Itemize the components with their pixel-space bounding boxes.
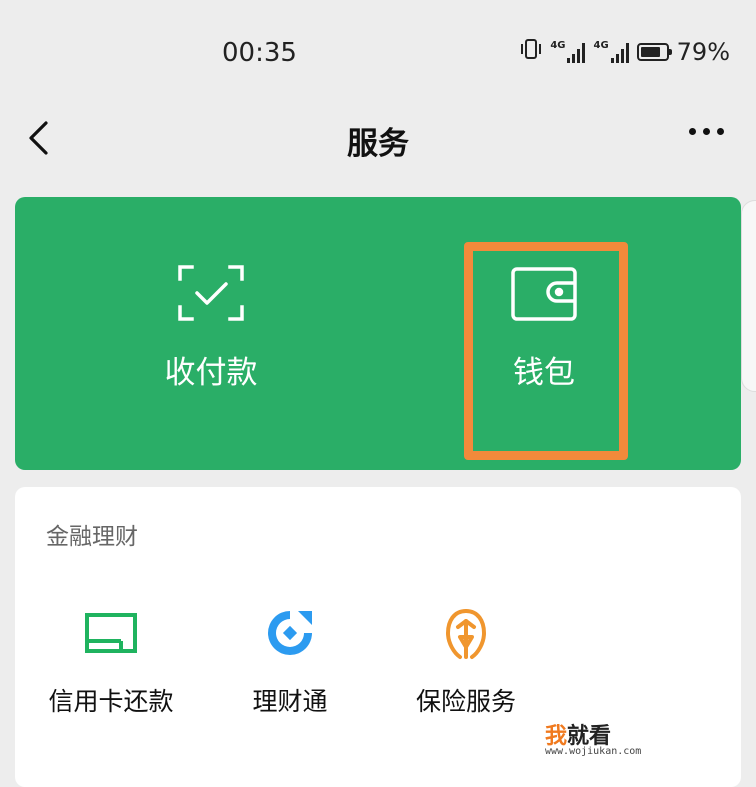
wealth-button[interactable]: 理财通 [200,607,380,727]
status-bar: 00:35 4G 4G 79% [0,0,756,100]
side-panel-edge [741,200,756,392]
insurance-button[interactable]: 保险服务 [376,607,556,727]
vibrate-icon [520,38,542,66]
credit-card-label: 信用卡还款 [48,687,174,716]
receive-pay-button[interactable]: 收付款 [111,197,311,470]
more-options-icon[interactable] [689,128,724,135]
nav-bar: 服务 [0,100,756,180]
section-title: 金融理财 [46,524,138,550]
signal-1-icon: 4G [550,41,586,63]
wealth-label: 理财通 [252,687,328,716]
wallet-highlight-box [464,242,628,460]
battery-icon [636,43,672,61]
insurance-label: 保险服务 [415,687,516,716]
status-time: 00:35 [222,38,297,68]
watermark-url: www.wojiukan.com [545,746,642,757]
scan-check-icon [178,265,244,325]
page-title: 服务 [347,126,409,162]
signal-2-icon: 4G [593,41,629,63]
battery-percent: 79% [676,38,730,66]
credit-card-repay-button[interactable]: 信用卡还款 [21,607,201,727]
receive-pay-label: 收付款 [164,355,258,391]
credit-card-icon [85,613,137,657]
insurance-icon [442,607,490,665]
watermark: 我就看 www.wojiukan.com [545,718,735,758]
status-icons: 4G 4G 79% [520,38,730,66]
wealth-icon [264,607,316,663]
wallet-card: 收付款 钱包 [15,197,741,470]
